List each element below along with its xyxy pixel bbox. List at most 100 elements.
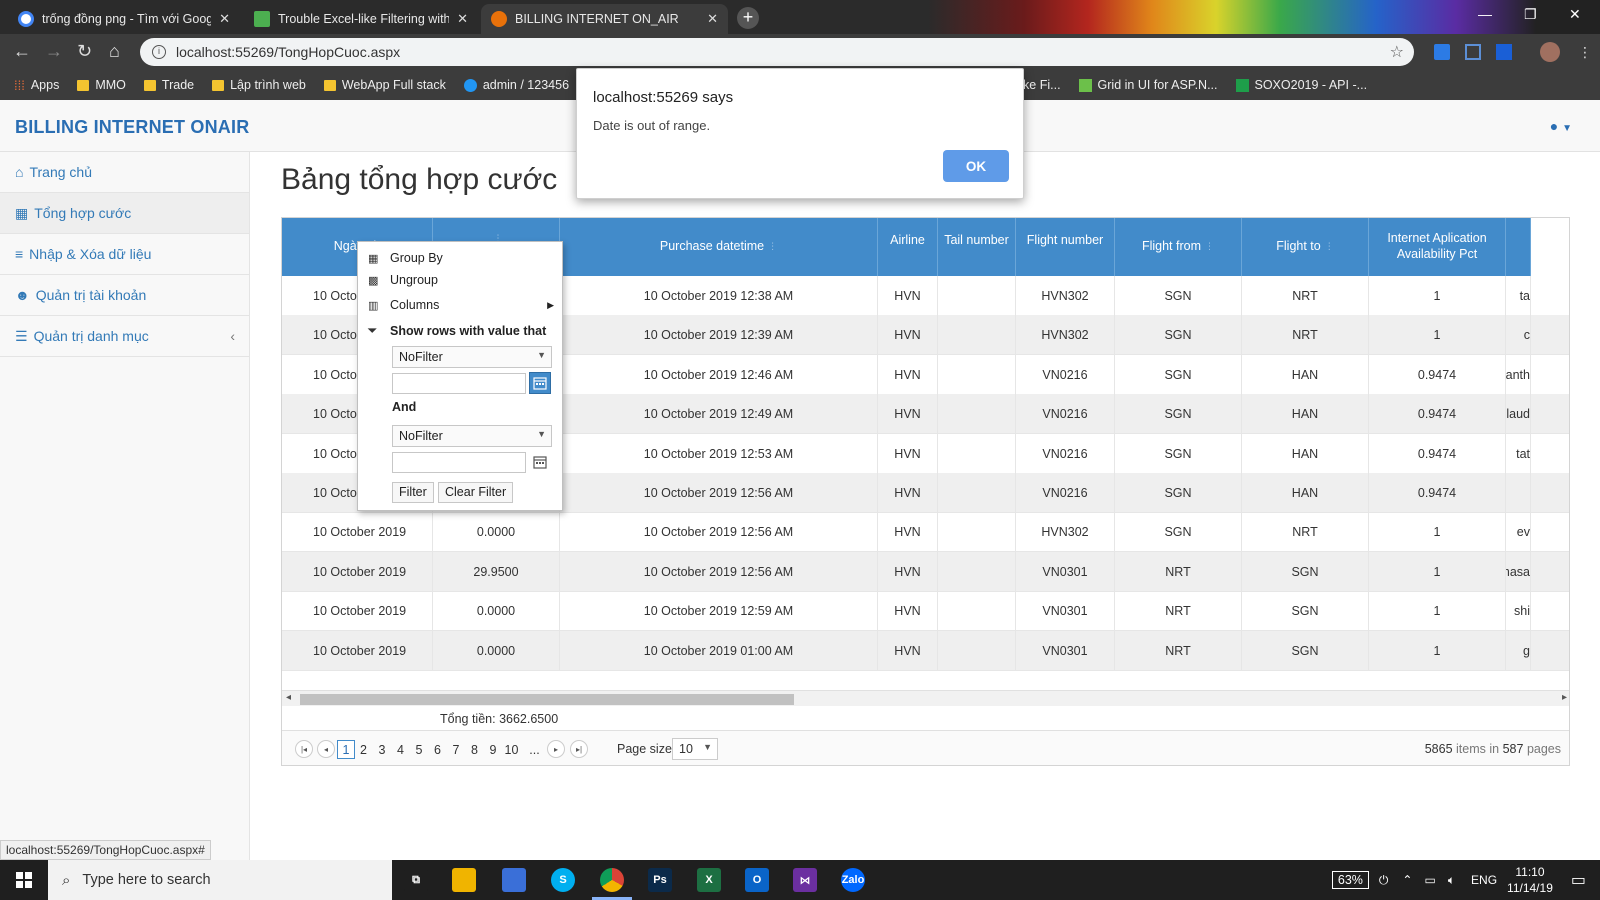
page-number-more[interactable]: ... — [527, 740, 543, 759]
scrollbar-thumb[interactable] — [300, 694, 794, 705]
home-icon[interactable]: ⌂ — [109, 41, 120, 62]
forward-arrow-icon[interactable]: → — [45, 41, 63, 62]
bookmark-lap-trinh-web[interactable]: Lập trình web — [203, 78, 315, 92]
bookmark-trade[interactable]: Trade — [135, 78, 203, 92]
column-header-tail-number[interactable]: Tail number — [938, 218, 1016, 276]
more-menu-icon[interactable]: ⋮ — [1578, 44, 1592, 61]
bookmark-admin[interactable]: admin / 123456 — [455, 78, 578, 92]
menu-item-group-by[interactable]: ▦ Group By — [358, 247, 562, 269]
filter-button[interactable]: Filter — [392, 482, 434, 503]
column-header-flight-number[interactable]: Flight number — [1016, 218, 1115, 276]
network-icon[interactable]: ▭ — [1424, 873, 1435, 887]
page-number-7[interactable]: 7 — [448, 740, 464, 759]
clear-filter-button[interactable]: Clear Filter — [438, 482, 514, 503]
page-number-3[interactable]: 3 — [374, 740, 390, 759]
table-row[interactable]: 10 October 2019 0.0000 10 October 2019 12:… — [282, 512, 1569, 553]
address-bar[interactable]: i localhost:55269/TongHopCuoc.aspx ☆ — [140, 38, 1414, 66]
sidebar-item-home[interactable]: ⌂ Trang chủ — [0, 152, 249, 193]
close-tab-icon[interactable]: ✕ — [707, 11, 718, 27]
last-page-icon[interactable]: ▸| — [570, 740, 588, 758]
next-page-icon[interactable]: ▸ — [547, 740, 565, 758]
new-tab-button[interactable]: + — [737, 7, 759, 29]
first-calendar-button[interactable] — [529, 372, 551, 394]
bookmark-webapp[interactable]: WebApp Full stack — [315, 78, 455, 92]
column-menu-icon[interactable]: ⋮ — [768, 241, 777, 252]
taskbar-search[interactable]: ⌕ Type here to search — [48, 860, 392, 900]
page-number-6[interactable]: 6 — [430, 740, 446, 759]
first-page-icon[interactable]: |◂ — [295, 740, 313, 758]
screenshot-extension-icon[interactable] — [1465, 44, 1481, 60]
close-tab-icon[interactable]: ✕ — [219, 11, 230, 27]
close-window-icon[interactable]: ✕ — [1569, 6, 1581, 23]
sidebar-item-categories[interactable]: ☰ Quản trị danh mục ‹ — [0, 316, 249, 357]
table-row[interactable]: 10 October 2019 29.9500 10 October 2019 12… — [282, 551, 1569, 592]
extension-icon[interactable] — [1496, 44, 1512, 60]
sidebar-item-import-delete[interactable]: ≡ Nhập & Xóa dữ liệu — [0, 234, 249, 275]
clock[interactable]: 11:10 11/14/19 — [1507, 864, 1553, 896]
page-number-10[interactable]: 10 — [504, 740, 520, 759]
chrome-icon[interactable] — [600, 868, 624, 892]
column-header-purchase-datetime[interactable]: Purchase datetime ⋮ — [560, 218, 878, 276]
page-number-2[interactable]: 2 — [356, 740, 372, 759]
notifications-icon[interactable]: ▭ — [1571, 870, 1586, 890]
menu-item-ungroup[interactable]: ▩ Ungroup — [358, 269, 562, 291]
page-number-4[interactable]: 4 — [393, 740, 409, 759]
page-number-8[interactable]: 8 — [467, 740, 483, 759]
bookmark-star-icon[interactable]: ☆ — [1390, 42, 1404, 62]
scroll-left-icon[interactable]: ◂ — [286, 692, 291, 703]
bookmark-apps[interactable]: ⁞⁞⁞ Apps — [0, 78, 68, 93]
maximize-icon[interactable]: ❐ — [1524, 6, 1537, 23]
browser-tab-billing[interactable]: BILLING INTERNET ON_AIR ✕ — [481, 4, 728, 34]
alert-ok-button[interactable]: OK — [943, 150, 1009, 182]
column-menu-icon[interactable]: ⋮ — [1325, 241, 1334, 252]
tray-expand-icon[interactable]: ⌃ — [1402, 873, 1412, 887]
volume-icon[interactable]: 🔈︎ — [1448, 873, 1455, 888]
store-icon[interactable] — [502, 868, 526, 892]
minimize-icon[interactable]: — — [1478, 6, 1492, 22]
start-button[interactable] — [0, 860, 48, 900]
first-filter-date-input[interactable] — [392, 373, 526, 394]
user-menu[interactable]: ● ▼ — [1550, 118, 1572, 134]
excel-icon[interactable]: X — [697, 868, 721, 892]
column-header-flight-to[interactable]: Flight to ⋮ — [1242, 218, 1369, 276]
brand-title[interactable]: BILLING INTERNET ONAIR — [15, 117, 249, 138]
second-filter-date-input[interactable] — [392, 452, 526, 473]
bookmark-mmo[interactable]: MMO — [68, 78, 135, 92]
language-indicator[interactable]: ENG — [1471, 873, 1497, 887]
page-number-9[interactable]: 9 — [485, 740, 501, 759]
prev-page-icon[interactable]: ◂ — [317, 740, 335, 758]
page-number-1[interactable]: 1 — [337, 740, 355, 759]
sidebar-item-accounts[interactable]: ☻ Quản trị tài khoản — [0, 275, 249, 316]
page-size-select[interactable]: 10 ▼ — [672, 738, 718, 760]
column-header-flight-from[interactable]: Flight from ⋮ — [1115, 218, 1242, 276]
battery-indicator[interactable]: 63% — [1331, 871, 1369, 889]
column-header-availability-pct[interactable]: Internet Aplication Availability Pct — [1369, 218, 1506, 276]
visual-studio-icon[interactable]: ⋈ — [793, 868, 817, 892]
reload-icon[interactable]: ↻ — [77, 41, 92, 62]
close-tab-icon[interactable]: ✕ — [457, 11, 468, 27]
first-filter-operator-select[interactable]: NoFilter ▼ — [392, 346, 552, 368]
sidebar-item-tong-hop-cuoc[interactable]: ▦ Tổng hợp cước — [0, 193, 249, 234]
outlook-icon[interactable]: O — [745, 868, 769, 892]
extension-icon[interactable] — [1434, 44, 1450, 60]
menu-item-columns[interactable]: ▥ Columns ▶ — [358, 294, 562, 316]
zalo-icon[interactable]: Zalo — [841, 868, 865, 892]
table-row[interactable]: 10 October 2019 0.0000 10 October 2019 01:… — [282, 630, 1569, 671]
back-arrow-icon[interactable]: ← — [13, 41, 31, 62]
file-explorer-icon[interactable] — [452, 868, 476, 892]
bookmark-soxo[interactable]: SOXO2019 - API -... — [1227, 78, 1377, 92]
page-number-5[interactable]: 5 — [411, 740, 427, 759]
scroll-right-icon[interactable]: ▸ — [1562, 692, 1567, 703]
photoshop-icon[interactable]: Ps — [648, 868, 672, 892]
second-calendar-button[interactable] — [529, 451, 551, 473]
bookmark-grid-ui[interactable]: Grid in UI for ASP.N... — [1070, 78, 1227, 92]
site-info-icon[interactable]: i — [152, 45, 166, 59]
horizontal-scrollbar[interactable]: ◂ ▸ — [282, 690, 1569, 706]
task-view-icon[interactable]: ⧉ — [404, 868, 428, 892]
table-row[interactable]: 10 October 2019 0.0000 10 October 2019 12:… — [282, 591, 1569, 632]
column-header-airline[interactable]: Airline — [878, 218, 938, 276]
skype-icon[interactable]: S — [551, 868, 575, 892]
second-filter-operator-select[interactable]: NoFilter ▼ — [392, 425, 552, 447]
profile-avatar[interactable] — [1540, 42, 1560, 62]
browser-tab-telerik[interactable]: Trouble Excel-like Filtering with G ✕ — [244, 4, 478, 34]
